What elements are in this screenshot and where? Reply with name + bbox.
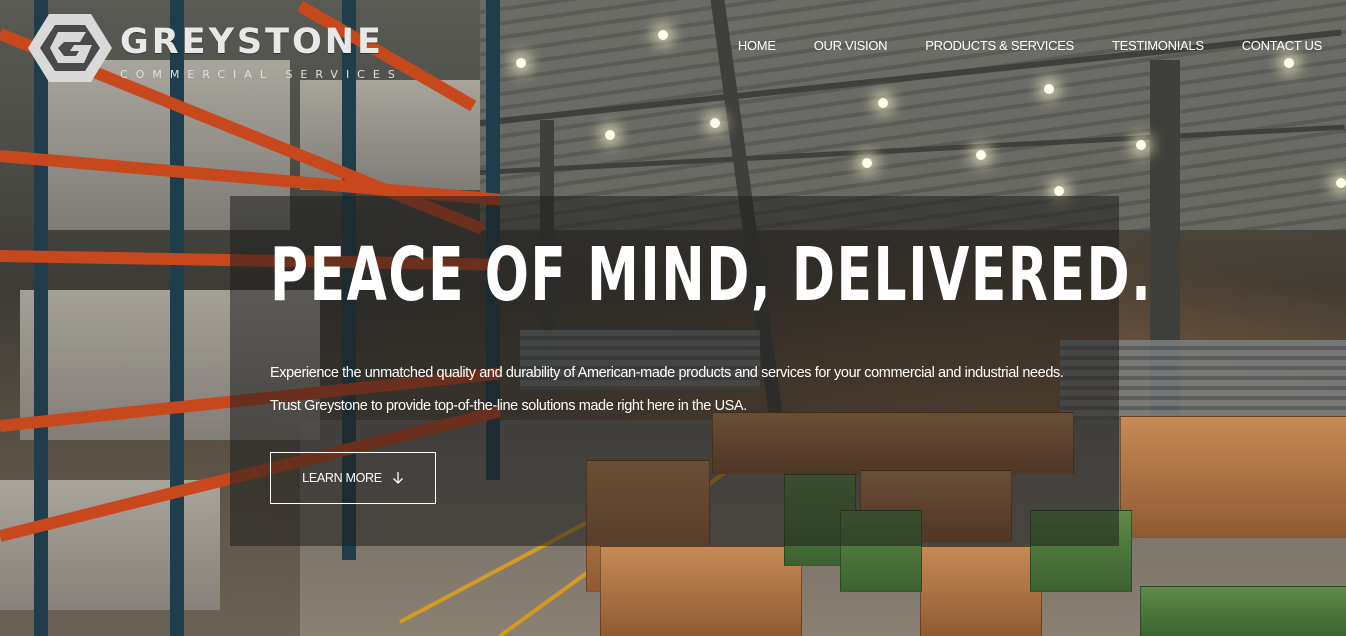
ceiling-light: [862, 158, 872, 168]
ceiling-light: [976, 150, 986, 160]
nav-products-services[interactable]: PRODUCTS & SERVICES: [925, 38, 1074, 53]
green-crates: [1140, 586, 1346, 636]
ceiling-light: [1336, 178, 1346, 188]
cardboard-boxes: [1120, 416, 1346, 538]
ceiling-light: [1136, 140, 1146, 150]
nav-contact-us[interactable]: CONTACT US: [1242, 38, 1323, 53]
brand-name: GREYSTONE: [120, 22, 384, 62]
rack-post: [170, 0, 184, 636]
ceiling-light: [516, 58, 526, 68]
brand-tagline: COMMERCIAL SERVICES: [120, 68, 403, 81]
site-logo[interactable]: GREYSTONE COMMERCIAL SERVICES: [28, 12, 408, 84]
ceiling-light: [710, 118, 720, 128]
learn-more-button[interactable]: LEARN MORE: [270, 452, 436, 504]
greystone-g-logo-icon: [28, 14, 112, 82]
hero-headline: PEACE OF MIND, DELIVERED.: [270, 232, 1153, 318]
hero-description-line-2: Trust Greystone to provide top-of-the-li…: [270, 398, 747, 414]
ceiling-light: [1054, 186, 1064, 196]
rack-post: [34, 0, 48, 636]
learn-more-label: LEARN MORE: [302, 471, 382, 485]
pallet-goods: [0, 480, 220, 610]
cardboard-boxes: [920, 546, 1042, 636]
ceiling-light: [878, 98, 888, 108]
nav-home[interactable]: HOME: [738, 38, 776, 53]
nav-our-vision[interactable]: OUR VISION: [814, 38, 888, 53]
arrow-down-icon: [392, 472, 403, 484]
cardboard-boxes: [600, 546, 802, 636]
hero-description-line-1: Experience the unmatched quality and dur…: [270, 365, 1064, 381]
main-navigation: HOME OUR VISION PRODUCTS & SERVICES TEST…: [738, 38, 1322, 53]
ceiling-light: [1044, 84, 1054, 94]
ceiling-light: [658, 30, 668, 40]
ceiling-light: [1284, 58, 1294, 68]
nav-testimonials[interactable]: TESTIMONIALS: [1112, 38, 1204, 53]
ceiling-light: [605, 130, 615, 140]
